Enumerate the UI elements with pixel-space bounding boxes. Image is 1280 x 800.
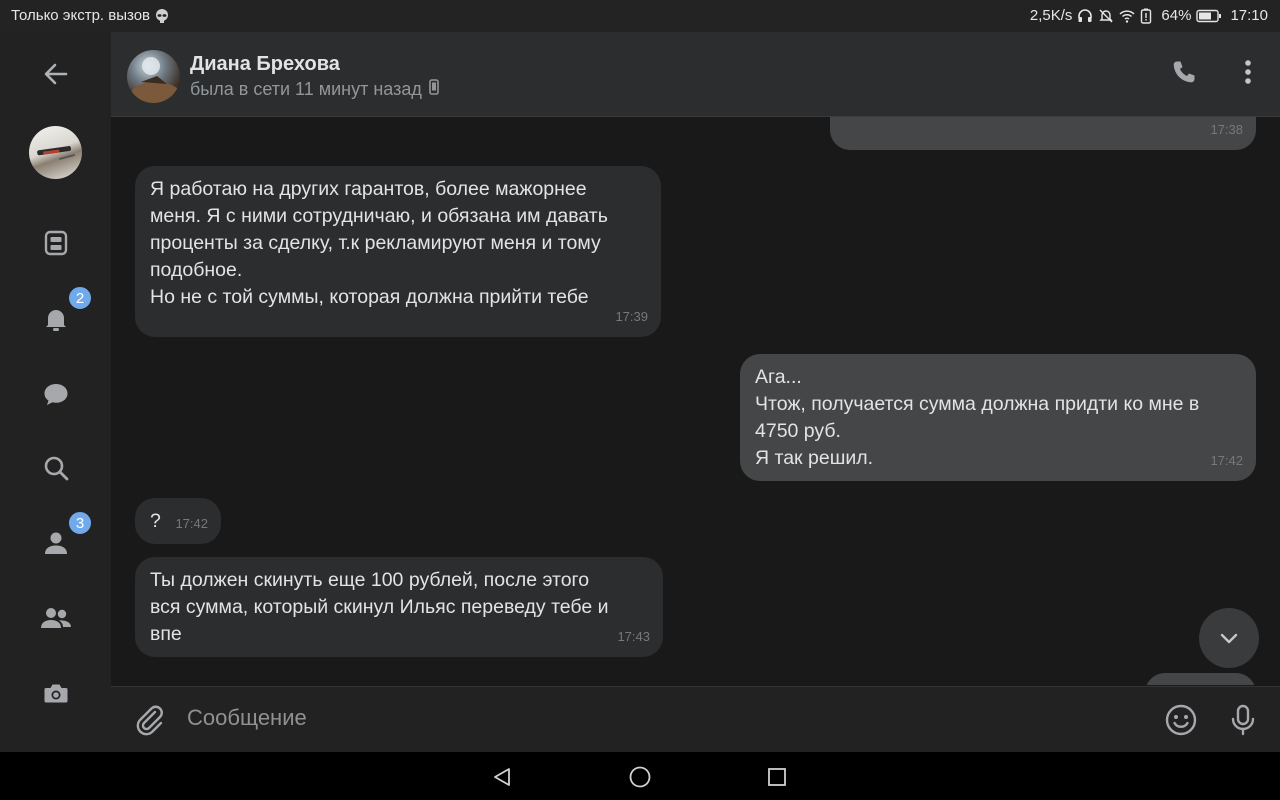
battery-saver-icon (1140, 8, 1156, 24)
profile-avatar[interactable] (29, 126, 82, 179)
communities-button[interactable] (31, 593, 81, 643)
wifi-icon (1119, 8, 1135, 24)
messages-button[interactable] (31, 369, 81, 419)
headphones-icon (1077, 8, 1093, 24)
contact-avatar[interactable] (127, 50, 180, 103)
message-text: Ага... Чтож, получается сумма должна при… (755, 366, 1200, 469)
scroll-down-button[interactable] (1199, 608, 1259, 668)
message-bubble-outgoing[interactable]: Ага... Чтож, получается сумма должна при… (740, 354, 1256, 481)
message-time: 17:42 (175, 516, 208, 531)
contact-status: была в сети 11 минут назад (190, 79, 439, 100)
message-list[interactable]: 17:38 Я работаю на других гарантов, боле… (111, 117, 1280, 685)
search-button[interactable] (31, 443, 81, 493)
notifications-icon (46, 310, 66, 331)
network-speed: 2,5K/s (1029, 7, 1073, 24)
friends-icon (45, 532, 67, 554)
messages-icon (44, 384, 68, 405)
message-bubble-incoming[interactable]: ? 17:42 (135, 498, 221, 544)
message-time: 17:43 (617, 629, 650, 644)
attach-button[interactable] (133, 703, 167, 737)
nav-back-icon (494, 768, 510, 786)
clock: 17:10 (1230, 7, 1268, 24)
nav-recents-button[interactable] (762, 762, 792, 792)
system-nav-bar (0, 752, 1280, 800)
status-bar: Только экстр. вызов 2,5K/s 64% 17:10 (0, 0, 1280, 32)
battery-percent: 64% (1161, 7, 1192, 24)
mobile-icon (429, 79, 439, 100)
message-time: 17:39 (615, 309, 648, 324)
communities-icon (41, 608, 71, 628)
nav-home-icon (629, 766, 651, 788)
message-time: 17:38 (1210, 122, 1243, 137)
camera-icon (44, 684, 68, 703)
message-bubble-outgoing[interactable] (1145, 673, 1256, 685)
microphone-icon (1231, 704, 1255, 736)
carrier-text: Только экстр. вызов (11, 7, 151, 24)
chevron-down-icon (1220, 633, 1238, 644)
paperclip-icon (136, 705, 163, 736)
message-time: 17:42 (1210, 453, 1243, 468)
back-icon (44, 63, 68, 85)
mute-icon (1098, 8, 1114, 24)
notifications-badge: 2 (67, 285, 93, 311)
emoji-icon (1165, 704, 1197, 736)
nav-back-button[interactable] (487, 762, 517, 792)
message-text: Я работаю на других гарантов, более мажо… (150, 178, 608, 308)
message-composer: Сообщение (111, 686, 1280, 753)
alien-icon (154, 8, 170, 24)
contact-name[interactable]: Диана Брехова (190, 53, 340, 76)
nav-recents-icon (768, 768, 786, 786)
battery-icon (1196, 8, 1222, 24)
chat-header: Диана Брехова была в сети 11 минут назад (111, 32, 1280, 117)
friends-badge: 3 (67, 510, 93, 536)
more-vertical-icon (1245, 60, 1251, 84)
message-bubble-incoming[interactable]: Ты должен скинуть еще 100 рублей, после … (135, 557, 663, 657)
contact-status-text: была в сети 11 минут назад (190, 79, 422, 99)
more-options-button[interactable] (1228, 52, 1268, 92)
voice-message-button[interactable] (1226, 703, 1260, 737)
search-icon (44, 456, 69, 481)
newsfeed-button[interactable] (31, 218, 81, 268)
newsfeed-icon (44, 230, 68, 256)
message-bubble-incoming[interactable]: Я работаю на других гарантов, более мажо… (135, 166, 661, 337)
call-button[interactable] (1164, 52, 1204, 92)
message-input[interactable]: Сообщение (187, 705, 307, 731)
message-bubble-outgoing[interactable]: 17:38 (830, 117, 1256, 150)
nav-home-button[interactable] (625, 762, 655, 792)
message-text: Ты должен скинуть еще 100 рублей, после … (150, 569, 609, 645)
back-button[interactable] (31, 49, 81, 99)
phone-icon (1173, 61, 1195, 83)
side-rail: 2 3 (0, 32, 111, 752)
camera-button[interactable] (31, 668, 81, 718)
emoji-button[interactable] (1164, 703, 1198, 737)
